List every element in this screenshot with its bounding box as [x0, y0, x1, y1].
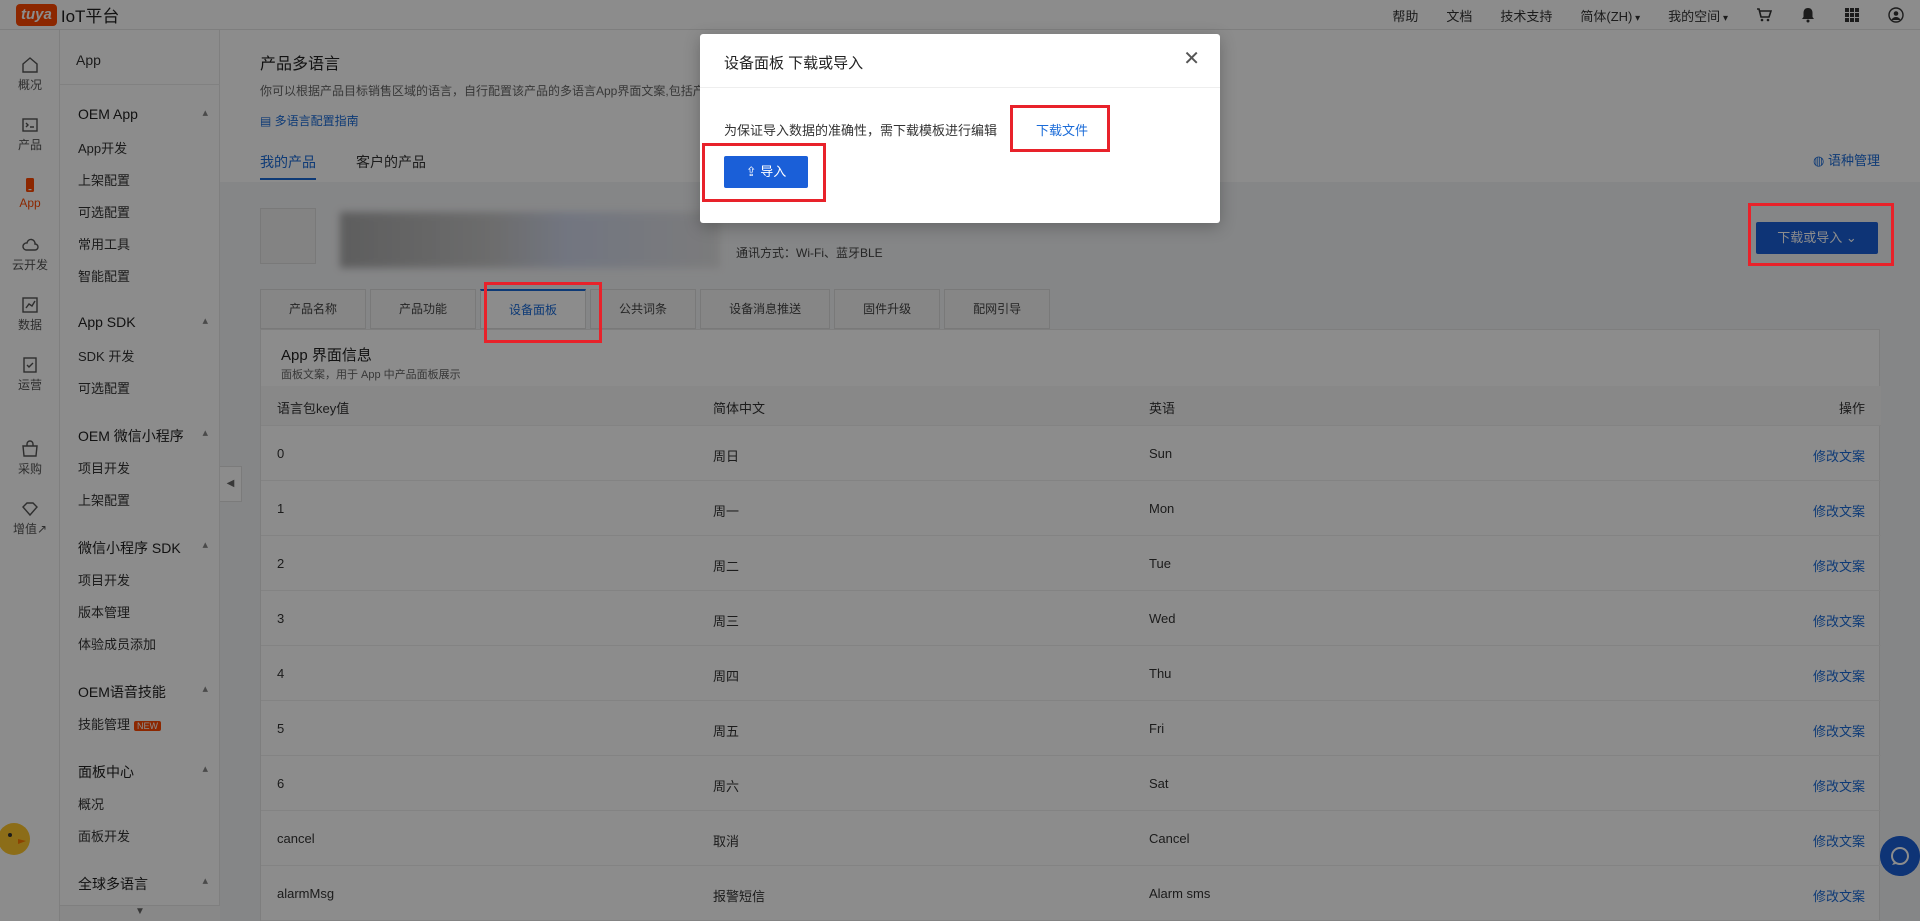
close-icon[interactable]: ✕ [1183, 48, 1200, 70]
modal-title: 设备面板 下载或导入 [724, 55, 864, 72]
modal-header: 设备面板 下载或导入 ✕ [700, 34, 1220, 88]
modal-description: 为保证导入数据的准确性，需下载模板进行编辑 [724, 123, 998, 138]
highlight-box-device-panel-tab [484, 282, 602, 343]
highlight-box-download-import [1748, 203, 1894, 266]
highlight-box-import [702, 143, 826, 202]
highlight-box-download-file [1010, 105, 1110, 152]
